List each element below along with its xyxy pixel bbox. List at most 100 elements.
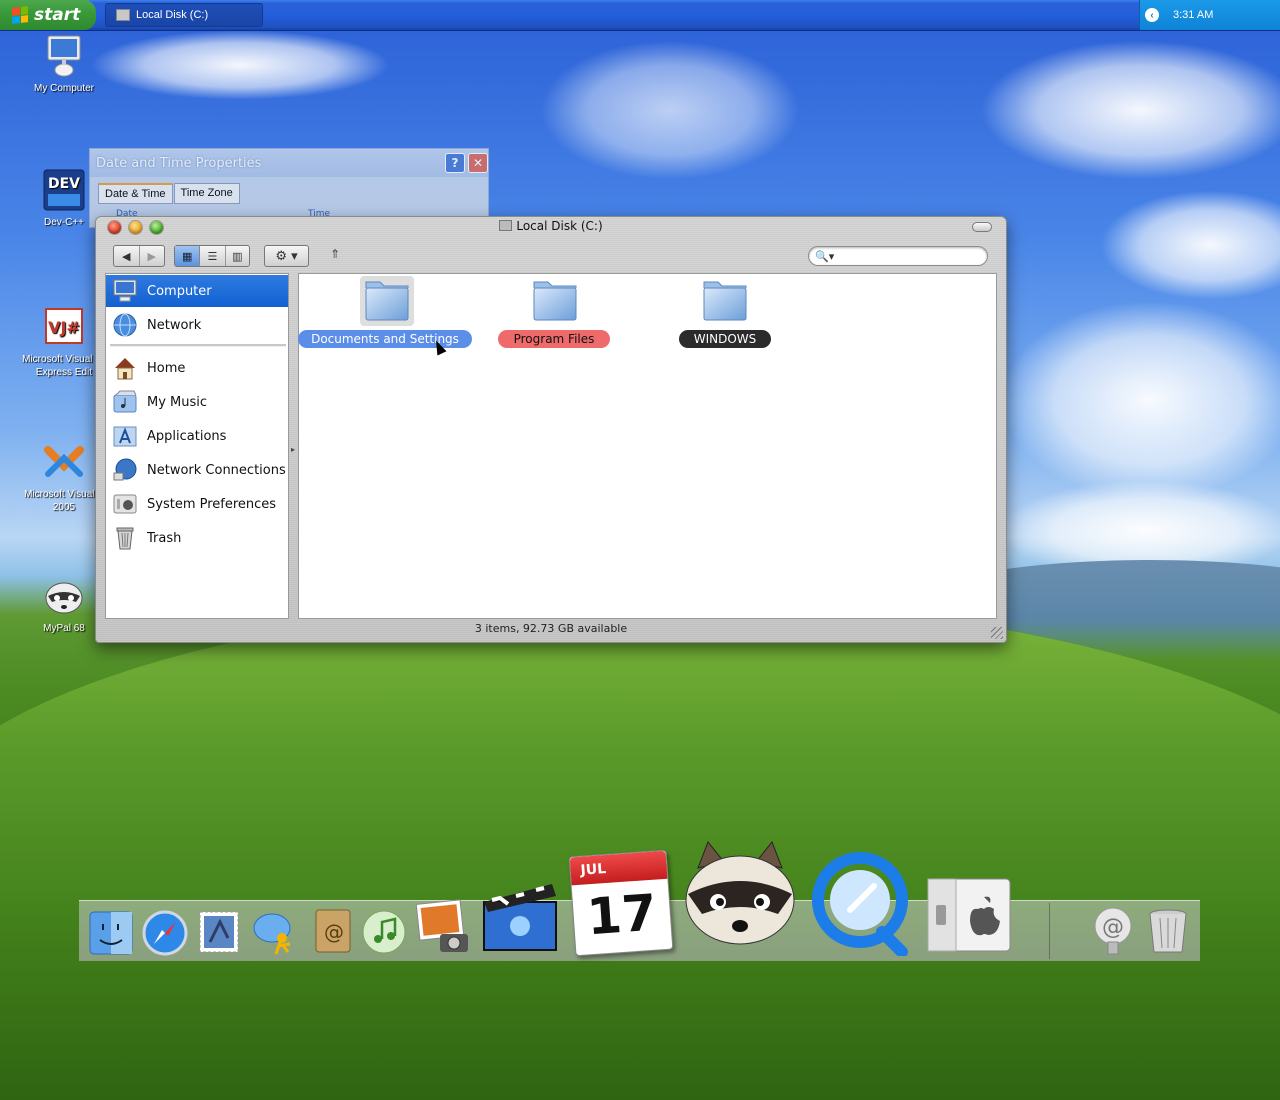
back-arrow-icon[interactable]: ◀ [114,246,140,266]
window-title[interactable]: Local Disk (C:) [96,219,1006,233]
raccoon-icon [45,582,83,614]
dock-mypal[interactable] [677,837,803,957]
dock-imovie[interactable] [477,873,563,957]
calendar-icon: JUL 17 [568,849,674,957]
clock[interactable]: 3:31 AM [1173,9,1213,21]
sidebar-divider [110,344,286,347]
dock-trash[interactable] [1143,905,1193,957]
dock-ical[interactable]: JUL 17 [568,849,674,957]
view-mode-buttons: ▦ ☰ ▥ [174,245,250,267]
sidebar-item-label: Network Connections [147,462,286,478]
svg-text:@: @ [1102,915,1124,940]
back-forward-buttons: ◀ ▶ [113,245,165,267]
dock-ichat[interactable] [249,907,299,957]
trash-icon [111,524,139,552]
home-icon [111,354,139,382]
taskbar: start Local Disk (C:) ? ▭ ‹ 3:31 AM [0,0,1280,31]
window-title-label: Local Disk (C:) [516,219,603,233]
calendar-day: 17 [585,883,659,947]
sidebar: Computer Network Home My Music Applicati… [105,273,289,619]
search-icon: 🔍▾ [815,249,835,263]
dock-iphoto[interactable] [413,897,473,957]
gear-icon: ⚙ ▾ [275,248,298,264]
drive-icon [499,220,513,231]
column-view-icon[interactable]: ▥ [226,246,249,266]
folder-label: WINDOWS [679,330,771,348]
dialog-title-bar[interactable]: Date and Time Properties [90,149,488,177]
folder-icon [360,276,414,326]
clapperboard-icon [483,884,557,951]
dock-itunes[interactable] [359,907,409,957]
system-tray: ‹ 3:31 AM [1139,0,1280,30]
apple-switch-icon [927,878,1011,952]
folder-icon [698,276,747,321]
system-preferences-icon [111,490,139,518]
dock-quicktime[interactable] [809,847,913,957]
sidebar-item-label: System Preferences [147,496,277,512]
resize-grip[interactable] [991,627,1003,639]
svg-text:DEV: DEV [48,176,80,192]
help-button[interactable]: ? [445,153,465,173]
taskbar-item-local-disk[interactable]: Local Disk (C:) [105,3,263,27]
music-folder-icon [111,388,139,416]
dock-network-at[interactable]: @ [1089,905,1137,957]
trash-icon [1149,909,1187,953]
search-field[interactable]: 🔍▾ [808,246,988,266]
sidebar-item-computer[interactable]: Computer [106,275,288,307]
sidebar-item-label: Network [147,317,202,333]
start-label: start [34,5,81,25]
tab-time-zone[interactable]: Time Zone [173,183,240,204]
dock: @ JUL 17 @ [79,841,1200,961]
dock-finder[interactable] [87,909,135,957]
sidebar-splitter[interactable]: ▸ [291,445,295,454]
folder-icon [528,276,577,321]
sidebar-item-applications[interactable]: Applications [106,420,288,452]
dialog-title: Date and Time Properties [96,155,262,171]
photo-camera-icon [415,899,468,952]
dock-system-preferences[interactable] [925,875,1013,955]
sidebar-item-trash[interactable]: Trash [106,522,288,554]
taskbar-item-label: Local Disk (C:) [136,9,209,21]
raccoon-icon [685,841,795,945]
desktop-icon-my-computer[interactable]: My Computer [14,34,114,95]
sidebar-item-network[interactable]: Network [106,309,288,341]
windows-logo-icon [12,6,28,24]
forward-arrow-icon[interactable]: ▶ [140,246,165,266]
svg-text:VJ#: VJ# [48,318,80,337]
sidebar-item-system-preferences[interactable]: System Preferences [106,488,288,520]
chevron-left-icon[interactable]: ‹ [1145,8,1159,22]
sidebar-item-label: Computer [147,283,212,299]
finder-window: Local Disk (C:) ◀ ▶ ▦ ☰ ▥ ⚙ ▾ ⇑ 🔍▾ Compu… [95,216,1007,643]
address-book-icon: @ [315,909,351,953]
stamp-icon [199,911,239,953]
toolbar-toggle-button[interactable] [972,222,992,232]
sidebar-item-network-connections[interactable]: Network Connections [106,454,288,486]
globe-icon [111,311,139,339]
svg-text:@: @ [324,920,344,944]
quicktime-icon [812,852,908,956]
status-bar: 3 items, 92.73 GB available [474,622,628,635]
dock-address-book[interactable]: @ [307,905,357,957]
finder-icon [89,911,133,955]
dev-cpp-icon: DEV [43,169,85,211]
close-button[interactable]: ✕ [468,153,488,173]
file-browser-content: Documents and Settings Program Files WIN… [298,273,997,619]
action-menu-button[interactable]: ⚙ ▾ [264,245,309,267]
sidebar-item-my-music[interactable]: My Music [106,386,288,418]
sidebar-item-home[interactable]: Home [106,352,288,384]
tab-date-time[interactable]: Date & Time [98,183,173,204]
dock-separator [1049,903,1050,959]
list-view-icon[interactable]: ☰ [200,246,226,266]
computer-icon [47,35,81,77]
sidebar-item-label: Trash [147,530,182,546]
dock-mail[interactable] [195,907,243,957]
sidebar-item-label: Home [147,360,186,376]
desktop-icon-label: My Computer [33,83,94,94]
start-button[interactable]: start [0,0,96,30]
path-up-icon[interactable]: ⇑ [330,247,340,261]
icon-view-icon[interactable]: ▦ [175,246,201,266]
sidebar-item-label: Applications [147,428,227,444]
dock-safari[interactable] [141,909,189,957]
visual-j-icon: VJ# [45,308,83,344]
at-sign-icon: @ [1094,907,1132,955]
